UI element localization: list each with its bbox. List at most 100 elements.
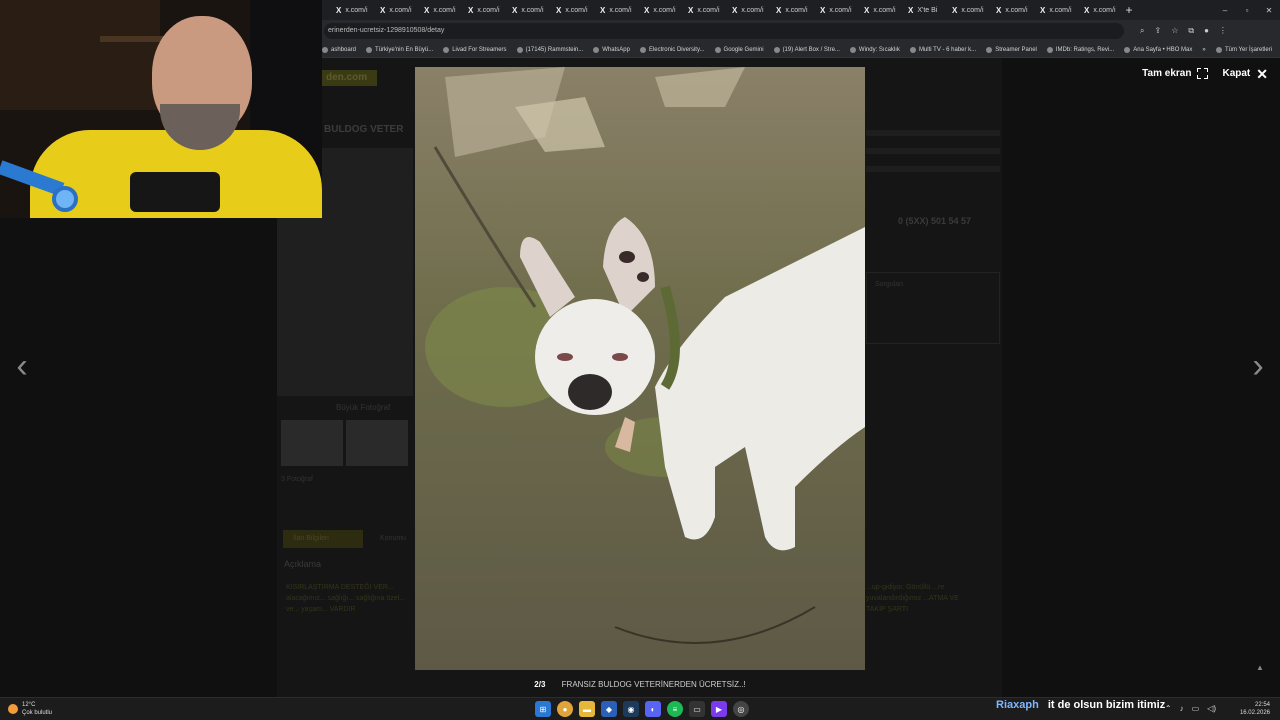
bookmark-item[interactable]: Ana Sayfa • HBO Max: [1124, 46, 1192, 53]
x-logo-icon: X: [776, 5, 782, 15]
browser-tab[interactable]: Xx.com/i: [1032, 0, 1076, 20]
browser-tab[interactable]: Xx.com/i: [768, 0, 812, 20]
star-icon[interactable]: ☆: [1171, 26, 1178, 36]
next-image-button[interactable]: ›: [1246, 346, 1270, 386]
minimize-button[interactable]: –: [1214, 6, 1236, 15]
phone-number: 0 (5XX) 501 54 57: [898, 216, 972, 226]
browser-tab[interactable]: Xx.com/i: [416, 0, 460, 20]
bookmark-item[interactable]: Electronic Diversity...: [639, 46, 705, 53]
fullscreen-label: Tam ekran: [1142, 68, 1192, 79]
browser-tab[interactable]: Xx.com/i: [636, 0, 680, 20]
bookmark-label: IMDb: Ratings, Revi...: [1055, 46, 1115, 53]
seller-info: [866, 130, 1000, 260]
address-bar[interactable]: erinerden-ucretsiz-1298910508/detay: [324, 23, 1124, 39]
previous-image-button[interactable]: ‹: [10, 346, 34, 386]
zoom-icon[interactable]: ⌕: [1140, 26, 1144, 36]
taskbar-apps: ⊞ ● ▬ ◆ ◉ ◐ ≡ ▭ ▶ ◎: [535, 701, 749, 717]
profile-icon[interactable]: ●: [1204, 26, 1209, 36]
folder-icon: [1215, 46, 1222, 53]
photo-caption: Büyük Fotoğraf: [336, 403, 391, 412]
tab-label: x.com/i: [521, 6, 544, 14]
browser-tab[interactable]: Xx.com/i: [592, 0, 636, 20]
steam-icon[interactable]: ◉: [623, 701, 639, 717]
chat-message: it de olsun bizim itimiz: [1047, 699, 1166, 711]
discord-icon[interactable]: ◐: [645, 701, 661, 717]
webcam-overlay: [0, 0, 322, 218]
clock[interactable]: 22:54 16.02.2026: [1240, 701, 1270, 717]
scroll-top-icon[interactable]: ▲: [1256, 663, 1264, 672]
tab-label: x.com/i: [609, 6, 632, 14]
bookmark-item[interactable]: (17145) Rammstein...: [516, 46, 584, 53]
tab-label: x.com/i: [653, 6, 676, 14]
x-logo-icon: X: [1040, 5, 1046, 15]
bookmark-item[interactable]: (19) Alert Box / Stre...: [773, 46, 840, 53]
stream-app-icon[interactable]: ▶: [711, 701, 727, 717]
image-counter: 2/3: [534, 680, 546, 689]
weather-icon: [8, 704, 18, 714]
menu-icon[interactable]: ⋮: [1219, 26, 1227, 36]
bookmark-item[interactable]: Streamer Panel: [986, 46, 1037, 53]
browser-tab[interactable]: Xx.com/i: [504, 0, 548, 20]
maximize-button[interactable]: ▫: [1236, 6, 1258, 15]
browser-tab[interactable]: Xx.com/i: [1076, 0, 1120, 20]
chrome-icon[interactable]: ●: [557, 701, 573, 717]
tab-label: x.com/i: [565, 6, 588, 14]
bookmark-icon: [849, 46, 856, 53]
x-logo-icon: X: [424, 5, 430, 15]
share-icon[interactable]: ⇪: [1154, 26, 1161, 36]
bookmark-item[interactable]: Türkiye'nin En Büyü...: [366, 46, 433, 53]
tab-label: x.com/i: [785, 6, 808, 14]
browser-tab[interactable]: Xx.com/i: [680, 0, 724, 20]
browser-tab[interactable]: X X'te Bi: [900, 0, 944, 20]
bookmark-item[interactable]: WhatsApp: [593, 46, 630, 53]
browser-tab[interactable]: Xx.com/i: [548, 0, 592, 20]
close-window-button[interactable]: ✕: [1258, 6, 1280, 15]
shelf: [0, 0, 160, 110]
x-logo-icon: X: [644, 5, 650, 15]
fullscreen-button[interactable]: Tam ekran: [1142, 68, 1209, 79]
dog-photo: [415, 67, 865, 670]
listing-title: BULDOG VETER: [324, 124, 404, 135]
tab-listing-info: İlan Bilgileri: [283, 530, 363, 548]
close-lightbox-button[interactable]: Kapat ✕: [1222, 67, 1268, 81]
x-logo-icon: X: [688, 5, 694, 15]
bookmark-item[interactable]: Google Gemini: [714, 46, 764, 53]
mic-icon[interactable]: ♪: [1180, 704, 1184, 713]
display-icon[interactable]: ▭: [1192, 704, 1200, 713]
browser-tab[interactable]: Xx.com/i: [944, 0, 988, 20]
volume-icon[interactable]: ◁): [1207, 704, 1216, 713]
new-tab-button[interactable]: +: [1120, 3, 1138, 17]
bookmark-item[interactable]: Multi TV - 6 haber k...: [909, 46, 976, 53]
browser-tab[interactable]: Xx.com/i: [328, 0, 372, 20]
browser-tab[interactable]: Xx.com/i: [724, 0, 768, 20]
bookmark-item[interactable]: Windy: Sıcaklık: [849, 46, 900, 53]
description-text: KISIRLAŞTIRMA DESTEĞİ VER... alacağımız.…: [286, 584, 406, 613]
obs-icon[interactable]: ◎: [733, 701, 749, 717]
bookmark-label: (17145) Rammstein...: [525, 46, 584, 53]
close-label: Kapat: [1222, 68, 1251, 79]
all-bookmarks[interactable]: Tüm Yer İşaretleri: [1215, 46, 1272, 53]
bookmark-item[interactable]: Livad For Streamers: [443, 46, 507, 53]
bookmark-item[interactable]: ashboard: [322, 46, 356, 53]
start-icon[interactable]: ⊞: [535, 701, 551, 717]
browser-tab[interactable]: Xx.com/i: [372, 0, 416, 20]
browser-tab[interactable]: Xx.com/i: [856, 0, 900, 20]
bookmark-icon: [516, 46, 523, 53]
app-icon[interactable]: ◆: [601, 701, 617, 717]
tray-expand-icon[interactable]: ⌃: [1165, 704, 1172, 713]
tab-label: x.com/i: [389, 6, 412, 14]
bookmark-more[interactable]: »: [1202, 47, 1205, 53]
terminal-icon[interactable]: ▭: [689, 701, 705, 717]
spotify-icon[interactable]: ≡: [667, 701, 683, 717]
bookmark-icon: [714, 46, 721, 53]
browser-tab[interactable]: Xx.com/i: [812, 0, 856, 20]
weather-widget[interactable]: 12°C Çok bulutlu: [8, 701, 52, 717]
browser-tab[interactable]: Xx.com/i: [988, 0, 1032, 20]
folder-icon[interactable]: ▬: [579, 701, 595, 717]
extensions-icon[interactable]: ⧉: [1188, 26, 1194, 36]
bookmark-icon: [366, 46, 373, 53]
bookmark-icon: [639, 46, 646, 53]
tab-label: x.com/i: [1005, 6, 1028, 14]
browser-tab[interactable]: Xx.com/i: [460, 0, 504, 20]
bookmark-item[interactable]: IMDb: Ratings, Revi...: [1046, 46, 1115, 53]
